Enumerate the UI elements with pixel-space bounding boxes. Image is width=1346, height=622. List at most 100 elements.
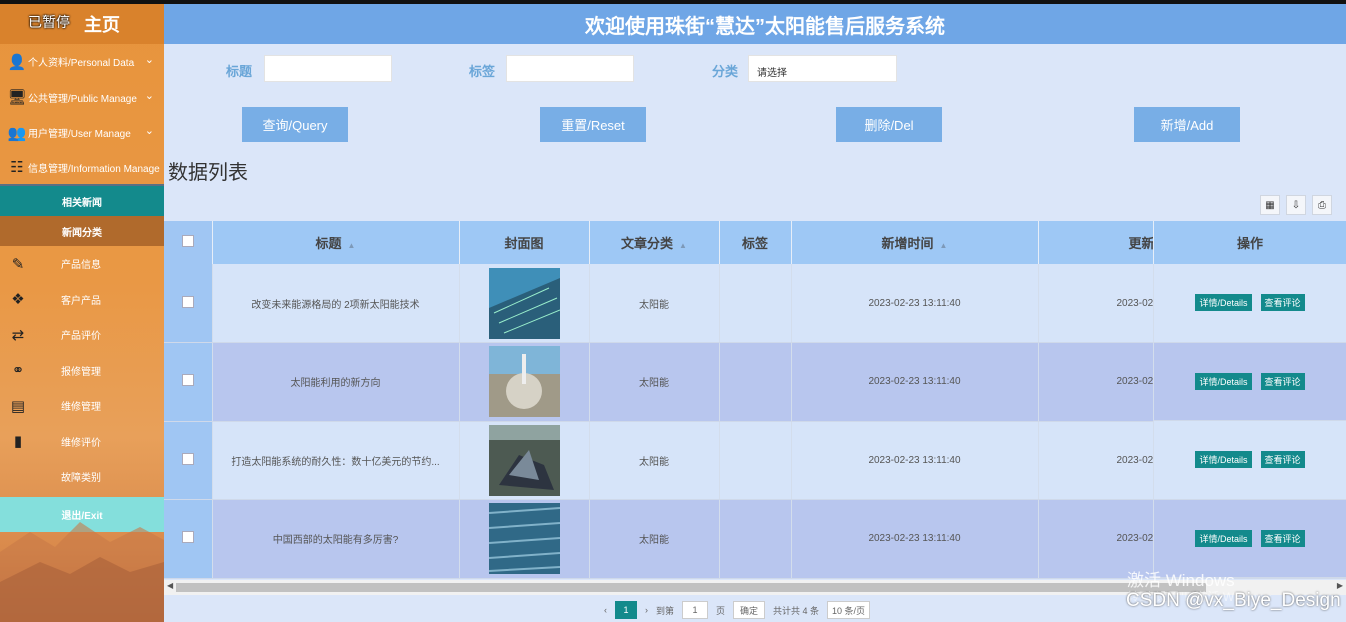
row-tag xyxy=(719,421,792,500)
row-tag xyxy=(719,264,792,343)
menu-label: 维修管理 xyxy=(61,402,101,414)
menu-label: 产品评价 xyxy=(61,331,101,343)
view-comments-button[interactable]: 查看评论 xyxy=(1260,294,1305,312)
confirm-page-button[interactable]: 确定 xyxy=(733,601,766,619)
submenu-related-news[interactable]: 相关新闻 xyxy=(0,186,164,216)
details-button[interactable]: 详情/Details xyxy=(1195,451,1252,469)
row-category: 太阳能 xyxy=(589,342,720,422)
cover-image xyxy=(488,424,560,496)
row-title: 改变未来能源格局的 2项新太阳能技术 xyxy=(212,264,460,343)
row-created: 2023-02-23 13:11:40 xyxy=(791,342,1039,422)
row-actions: 详情/Details 查看评论 xyxy=(1153,264,1346,343)
menu-label: 产品信息 xyxy=(61,260,101,272)
sidebar: 已暂停 主页 👤 个人资料/Personal Data ⌄ 🖥 公共管理/Pub… xyxy=(0,4,164,622)
menu-maintenance[interactable]: ▤ 维修管理 xyxy=(0,388,164,424)
data-table: 标题 ▲ 封面图 文章分类 ▲ 标签 新增时间 ▲ 更新 改变未来能源格局的 2项新太… xyxy=(164,221,1346,583)
row-title: 中国西部的太阳能有多厉害? xyxy=(212,499,460,579)
next-page-icon[interactable]: › xyxy=(645,605,648,615)
category-select[interactable]: 请选择 xyxy=(748,55,897,82)
reset-button[interactable]: 重置/Reset xyxy=(540,107,646,142)
row-cover xyxy=(459,421,590,500)
view-comments-button[interactable]: 查看评论 xyxy=(1260,529,1305,547)
col-category[interactable]: 文章分类 ▲ xyxy=(589,221,720,264)
details-button[interactable]: 详情/Details xyxy=(1195,529,1252,547)
view-comments-button[interactable]: 查看评论 xyxy=(1260,451,1305,469)
title-input[interactable] xyxy=(264,55,392,82)
row-created: 2023-02-23 13:11:40 xyxy=(791,499,1039,579)
row-title: 太阳能利用的新方向 xyxy=(212,342,460,422)
columns-icon[interactable]: ▦ xyxy=(1260,195,1280,215)
scroll-right-icon[interactable]: ▶ xyxy=(1337,581,1343,590)
menu-information-manage[interactable]: ☷ 信息管理/Information Manage xyxy=(0,151,164,186)
sidebar-header[interactable]: 已暂停 主页 xyxy=(0,4,164,44)
row-cover xyxy=(459,342,590,422)
row-category: 太阳能 xyxy=(589,499,720,579)
total-count: 共计共 4 条 xyxy=(773,605,820,616)
menu-customer-product[interactable]: ❖ 客户产品 xyxy=(0,282,164,318)
menu-label: 个人资料/Personal Data xyxy=(28,58,135,70)
paused-label: 已暂停 xyxy=(28,14,70,30)
page-size-select[interactable]: 10 条/页 xyxy=(827,601,871,619)
tags-icon: ❖ xyxy=(11,291,25,309)
view-comments-button[interactable]: 查看评论 xyxy=(1260,372,1305,390)
col-operations: 操作 xyxy=(1153,221,1346,264)
menu-personal-data[interactable]: 👤 个人资料/Personal Data ⌄ xyxy=(0,44,164,80)
menu-maintenance-review[interactable]: ▮ 维修评价 xyxy=(0,424,164,460)
row-checkbox[interactable] xyxy=(164,499,213,579)
home-link[interactable]: 主页 xyxy=(84,11,120,37)
csdn-watermark: CSDN @vx_Biye_Design xyxy=(1126,590,1341,611)
translate-icon: ⇄ xyxy=(11,326,25,344)
add-button[interactable]: 新增/Add xyxy=(1134,107,1240,142)
menu-label: 客户产品 xyxy=(61,295,101,307)
query-button[interactable]: 查询/Query xyxy=(242,107,348,142)
menu-label: 维修评价 xyxy=(61,437,101,449)
chevron-down-icon: ⌄ xyxy=(144,54,154,66)
col-created[interactable]: 新增时间 ▲ xyxy=(791,221,1039,264)
pagination: ‹ 1 › 到第 1 页 确定 共计共 4 条 10 条/页 xyxy=(604,600,871,620)
row-tag xyxy=(719,342,792,422)
chevron-down-icon: ⌄ xyxy=(144,125,154,137)
print-icon[interactable]: ⎙ xyxy=(1312,195,1332,215)
chevron-down-icon: ⌄ xyxy=(144,89,154,102)
cover-image xyxy=(488,503,560,575)
row-checkbox[interactable] xyxy=(164,264,213,343)
current-page[interactable]: 1 xyxy=(615,601,637,619)
row-checkbox[interactable] xyxy=(164,421,213,500)
col-cover: 封面图 xyxy=(459,221,590,264)
details-button[interactable]: 详情/Details xyxy=(1195,294,1252,312)
row-category: 太阳能 xyxy=(589,421,720,500)
prev-page-icon[interactable]: ‹ xyxy=(604,605,607,615)
category-label: 分类 xyxy=(712,64,739,79)
row-title: 打造太阳能系统的耐久性：数十亿美元的节约... xyxy=(212,421,460,500)
menu-product-review[interactable]: ⇄ 产品评价 xyxy=(0,317,164,353)
operations-column: 操作 详情/Details 查看评论 详情/Details 查看评论 详情/De… xyxy=(1153,221,1346,583)
row-checkbox[interactable] xyxy=(164,342,213,422)
title-bar: 欢迎使用珠街“慧达”太阳能售后服务系统 xyxy=(164,4,1346,44)
cover-image xyxy=(488,346,560,418)
submenu-news-category[interactable]: 新闻分类 xyxy=(0,216,164,246)
menu-user-manage[interactable]: 👥 用户管理/User Manage ⌄ xyxy=(0,115,164,151)
row-cover xyxy=(459,499,590,579)
page-unit-label: 页 xyxy=(716,605,726,616)
user-gear-icon: 👥 xyxy=(7,124,27,142)
menu-repair-request[interactable]: ⚭ 报修管理 xyxy=(0,353,164,389)
goto-label: 到第 xyxy=(656,605,675,616)
title-label: 标题 xyxy=(226,64,253,79)
menu-public-manage[interactable]: 🖥 公共管理/Public Manage ⌄ xyxy=(0,80,164,116)
col-title[interactable]: 标题 ▲ xyxy=(212,221,460,264)
export-icon[interactable]: ⇩ xyxy=(1286,195,1306,215)
details-button[interactable]: 详情/Details xyxy=(1195,372,1252,390)
select-all-checkbox[interactable] xyxy=(164,221,213,264)
scroll-left-icon[interactable]: ◀ xyxy=(167,581,173,590)
tag-input[interactable] xyxy=(506,55,634,82)
page-title: 欢迎使用珠街“慧达”太阳能售后服务系统 xyxy=(585,15,945,38)
menu-product-info[interactable]: ✎ 产品信息 xyxy=(0,246,164,282)
scrollbar-thumb[interactable] xyxy=(176,583,1206,592)
menu-fault-category[interactable]: 故障类别 xyxy=(0,459,164,495)
cover-image xyxy=(488,267,560,339)
delete-button[interactable]: 删除/Del xyxy=(836,107,942,142)
menu-label: 公共管理/Public Manage xyxy=(28,93,137,105)
book-icon: ▤ xyxy=(10,397,26,415)
page-number-input[interactable]: 1 xyxy=(682,601,709,619)
row-actions: 详情/Details 查看评论 xyxy=(1153,421,1346,500)
